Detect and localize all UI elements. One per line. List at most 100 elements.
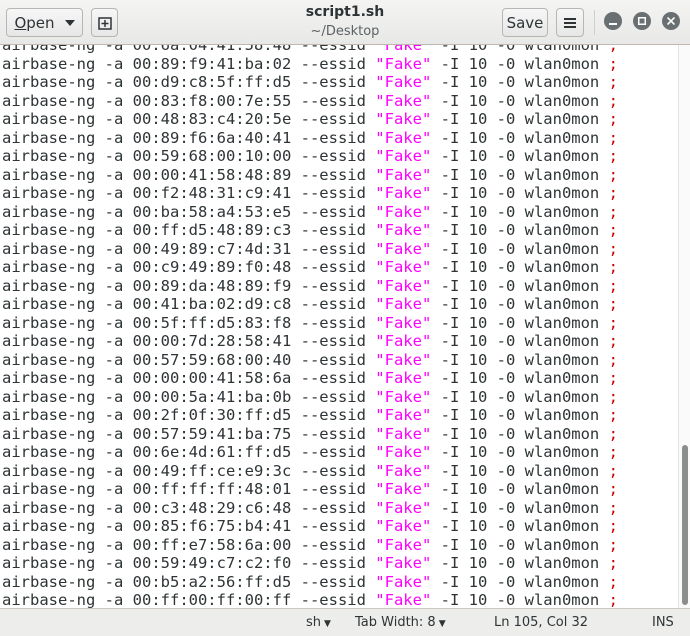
vertical-scrollbar[interactable]: [678, 45, 690, 608]
command-text: airbase-ng -a: [2, 369, 133, 387]
language-selector[interactable]: sh ▼: [306, 615, 331, 630]
save-button-label: Save: [506, 13, 544, 32]
essid-string: "Fake": [375, 91, 432, 110]
maximize-button[interactable]: [633, 12, 651, 30]
close-icon: [667, 17, 675, 25]
command-options: -I 10 -0 wlan0mon: [431, 221, 609, 239]
command-options: -I 10 -0 wlan0mon: [431, 45, 609, 54]
command-text: airbase-ng -a: [2, 313, 133, 332]
code-line: airbase-ng -a 00:57:59:41:ba:75 --essid …: [2, 425, 618, 444]
essid-string: "Fake": [375, 45, 432, 54]
essid-flag: --essid: [291, 591, 376, 608]
header-bar: Open script1.sh ~/Desktop Save: [0, 0, 690, 45]
essid-flag: --essid: [291, 128, 376, 147]
semicolon: ;: [608, 406, 618, 424]
command-text: airbase-ng -a: [2, 54, 133, 73]
command-options: -I 10 -0 wlan0mon: [431, 73, 609, 91]
command-text: airbase-ng -a: [2, 387, 133, 406]
code-line: airbase-ng -a 00:ff:e7:58:6a:00 --essid …: [2, 536, 618, 555]
caret-down-icon: ▼: [324, 619, 331, 629]
command-text: airbase-ng -a: [2, 128, 133, 147]
semicolon: ;: [608, 424, 618, 443]
command-options: -I 10 -0 wlan0mon: [431, 535, 609, 554]
mac-address: 00:00:00:41:58:6a: [132, 369, 292, 387]
essid-string: "Fake": [375, 54, 432, 73]
tab-width-selector[interactable]: Tab Width: 8 ▼: [355, 615, 446, 630]
semicolon: ;: [608, 110, 618, 128]
essid-flag: --essid: [291, 369, 376, 387]
semicolon: ;: [608, 332, 618, 350]
mac-address: 00:c9:49:89:f0:48: [132, 258, 292, 276]
mac-address: 00:48:83:c4:20:5e: [132, 110, 292, 128]
command-text: airbase-ng -a: [2, 295, 133, 313]
essid-string: "Fake": [375, 202, 432, 221]
minimize-button[interactable]: [604, 12, 622, 30]
code-line: airbase-ng -a 00:83:f8:00:7e:55 --essid …: [2, 92, 618, 111]
mac-address: 00:89:da:48:89:f9: [132, 276, 292, 295]
command-options: -I 10 -0 wlan0mon: [431, 332, 609, 350]
command-text: airbase-ng -a: [2, 572, 133, 591]
minimize-icon: [609, 23, 617, 25]
command-text: airbase-ng -a: [2, 110, 133, 128]
command-options: -I 10 -0 wlan0mon: [431, 406, 609, 424]
essid-flag: --essid: [291, 572, 376, 591]
code-line: airbase-ng -a 00:00:7d:28:58:41 --essid …: [2, 332, 618, 351]
text-editor[interactable]: airbase-ng -a 00:6a:04:41:58:48 --essid …: [0, 45, 678, 608]
semicolon: ;: [608, 45, 618, 54]
semicolon: ;: [608, 276, 618, 295]
semicolon: ;: [608, 258, 618, 276]
command-options: -I 10 -0 wlan0mon: [431, 498, 609, 517]
code-line: airbase-ng -a 00:c9:49:89:f0:48 --essid …: [2, 258, 618, 277]
command-text: airbase-ng -a: [2, 73, 133, 91]
mac-address: 00:b5:a2:56:ff:d5: [132, 572, 292, 591]
code-line: airbase-ng -a 00:5f:ff:d5:83:f8 --essid …: [2, 314, 618, 333]
mac-address: 00:ff:d5:48:89:c3: [132, 221, 292, 239]
command-text: airbase-ng -a: [2, 350, 133, 369]
command-options: -I 10 -0 wlan0mon: [431, 295, 609, 313]
mac-address: 00:59:68:00:10:00: [132, 147, 292, 165]
essid-string: "Fake": [375, 350, 432, 369]
essid-string: "Fake": [375, 128, 432, 147]
caret-down-icon: ▼: [438, 619, 446, 629]
essid-string: "Fake": [375, 73, 432, 91]
scrollbar-thumb[interactable]: [682, 445, 688, 605]
mac-address: 00:f2:48:31:c9:41: [132, 184, 292, 202]
mac-address: 00:41:ba:02:d9:c8: [132, 295, 292, 313]
mac-address: 00:00:5a:41:ba:0b: [132, 387, 292, 406]
semicolon: ;: [608, 369, 618, 387]
mac-address: 00:57:59:68:00:40: [132, 350, 292, 369]
command-text: airbase-ng -a: [2, 184, 133, 202]
command-options: -I 10 -0 wlan0mon: [431, 517, 609, 535]
essid-string: "Fake": [375, 276, 432, 295]
essid-flag: --essid: [291, 276, 376, 295]
essid-string: "Fake": [375, 572, 432, 591]
mac-address: 00:49:89:c7:4d:31: [132, 239, 292, 258]
mac-address: 00:49:ff:ce:e9:3c: [132, 461, 292, 480]
mac-address: 00:57:59:41:ba:75: [132, 424, 292, 443]
semicolon: ;: [608, 239, 618, 258]
command-text: airbase-ng -a: [2, 91, 133, 110]
essid-string: "Fake": [375, 147, 432, 165]
mac-address: 00:5f:ff:d5:83:f8: [132, 313, 292, 332]
essid-flag: --essid: [291, 73, 376, 91]
essid-string: "Fake": [375, 239, 432, 258]
code-line: airbase-ng -a 00:ff:d5:48:89:c3 --essid …: [2, 221, 618, 240]
essid-flag: --essid: [291, 498, 376, 517]
code-line: airbase-ng -a 00:89:f9:41:ba:02 --essid …: [2, 55, 618, 74]
menu-button[interactable]: [556, 8, 584, 37]
command-text: airbase-ng -a: [2, 498, 133, 517]
command-options: -I 10 -0 wlan0mon: [431, 591, 609, 608]
essid-flag: --essid: [291, 91, 376, 110]
command-text: airbase-ng -a: [2, 165, 133, 184]
semicolon: ;: [608, 313, 618, 332]
save-button[interactable]: Save: [502, 8, 548, 37]
mac-address: 00:ff:e7:58:6a:00: [132, 535, 292, 554]
close-button[interactable]: [662, 12, 680, 30]
essid-flag: --essid: [291, 45, 376, 54]
semicolon: ;: [608, 54, 618, 73]
semicolon: ;: [608, 461, 618, 480]
mac-address: 00:83:f8:00:7e:55: [132, 91, 292, 110]
command-options: -I 10 -0 wlan0mon: [431, 387, 609, 406]
code-line: airbase-ng -a 00:2f:0f:30:ff:d5 --essid …: [2, 406, 618, 425]
essid-string: "Fake": [375, 221, 432, 239]
